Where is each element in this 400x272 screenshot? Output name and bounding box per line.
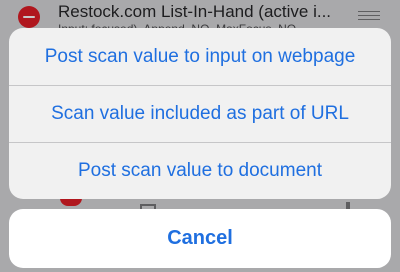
cancel-button[interactable]: Cancel	[9, 209, 391, 268]
minus-circle-icon	[18, 6, 40, 28]
list-row-title: Restock.com List-In-Hand (active i...	[58, 2, 332, 21]
minus-circle-icon	[60, 198, 82, 206]
background-list-row: Restock.com List-In-Hand (active i... In…	[0, 0, 400, 30]
option-post-to-document-button[interactable]: Post scan value to document	[9, 142, 391, 199]
option-include-in-url-button[interactable]: Scan value included as part of URL	[9, 85, 391, 142]
reorder-handle-icon	[358, 11, 380, 21]
action-sheet: Post scan value to input on webpage Scan…	[9, 28, 391, 199]
option-post-to-input-button[interactable]: Post scan value to input on webpage	[9, 28, 391, 85]
